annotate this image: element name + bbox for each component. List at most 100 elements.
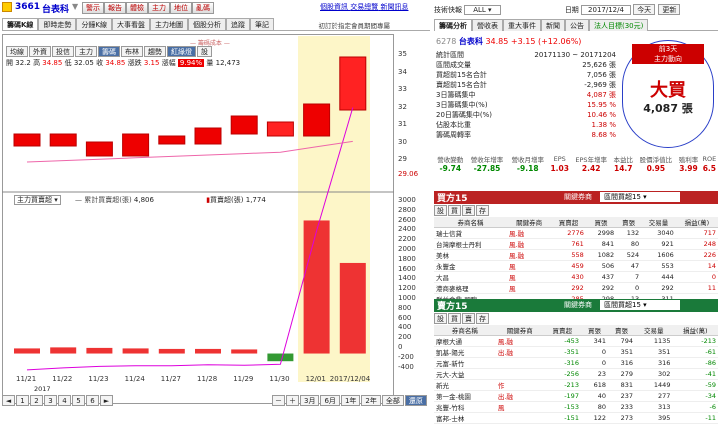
next-icon[interactable]: ►	[100, 395, 113, 406]
sell-tool-4-icon[interactable]: 存	[476, 313, 489, 324]
report-button[interactable]: 報告	[104, 2, 126, 14]
broker-row[interactable]: 大昌風 430 437 7 444 0	[434, 271, 718, 283]
zoom-out-icon[interactable]: －	[272, 395, 285, 406]
col-header[interactable]: 賣張	[608, 325, 636, 336]
warn-button[interactable]: 警示	[82, 2, 104, 14]
broker-row[interactable]: 元富-新竹 -316 0 316 316 -86	[434, 357, 718, 369]
position-button[interactable]: 地位	[170, 2, 192, 14]
rtab-news[interactable]: 新聞	[541, 19, 565, 31]
main-force-button[interactable]: 主力	[148, 2, 170, 14]
range-restore[interactable]: 還原	[404, 395, 427, 406]
range-2y[interactable]: 2年	[361, 395, 381, 406]
broker-row[interactable]: 美林 風.融 558 1082 524 1606 226	[434, 249, 718, 261]
today-button[interactable]: 今天	[633, 4, 656, 15]
page-6[interactable]: 6	[86, 395, 99, 406]
range-6m[interactable]: 6月	[320, 395, 340, 406]
bottom-axis-tick: 600	[398, 313, 412, 322]
link-trade[interactable]: 交易總覽	[350, 3, 378, 11]
col-header[interactable]: 關鍵券商	[495, 325, 544, 336]
dropdown-icon[interactable]: ▼	[72, 2, 78, 11]
broker-row[interactable]: 港商麥格理風 292 292 0 292 11	[434, 282, 718, 294]
broker-row[interactable]: 第一金-桃園 出.融 -197 40 237 277 -34	[434, 390, 718, 402]
buy-tool-2-icon[interactable]: 買	[448, 205, 461, 216]
range-1y[interactable]: 1年	[340, 395, 361, 406]
sell-tool-1-icon[interactable]: 設	[434, 313, 447, 324]
col-header[interactable]: 券商名稱	[434, 217, 507, 228]
tab-minute-k[interactable]: 分鐘K線	[76, 18, 113, 30]
rtab-events[interactable]: 重大事件	[503, 19, 541, 31]
rtab-notice[interactable]: 公告	[565, 19, 589, 31]
broker-cell: 459	[551, 260, 586, 272]
tab-events[interactable]: 大事看盤	[112, 18, 151, 30]
link-info[interactable]: 個股資訊	[320, 3, 348, 11]
broker-row[interactable]: 台灣摩根士丹利 風.融 761 841 80 921 248	[434, 238, 718, 250]
sell-tool-2-icon[interactable]: 買	[448, 313, 461, 324]
broker-cell: 港商麥格理	[434, 282, 507, 294]
tab-analysis[interactable]: 個股分析	[188, 18, 227, 30]
buy-select[interactable]: 區間買超15 ▾	[600, 192, 680, 202]
broker-cell: 279	[608, 368, 636, 380]
col-header[interactable]: 買張	[585, 217, 617, 228]
broker-row[interactable]: 新光作 -213 618 831 1449 -59	[434, 379, 718, 391]
sell-tool-3-icon[interactable]: 賣	[462, 313, 475, 324]
tab-notes[interactable]: 筆記	[250, 18, 275, 30]
quick-select[interactable]: ALL ▾	[464, 5, 501, 15]
broker-row[interactable]: 瑞士信貸 風.融 2776 2998 132 3040 717	[434, 227, 718, 239]
page-1[interactable]: 1	[16, 395, 29, 406]
buy-tool-1-icon[interactable]: 設	[434, 205, 447, 216]
range-3m[interactable]: 3月	[300, 395, 320, 406]
broker-row[interactable]: 富邦-士林 -151 122 273 395 -11	[434, 412, 718, 424]
buy-tool-3-icon[interactable]: 賣	[462, 205, 475, 216]
top-axis-tick: 30	[398, 137, 407, 146]
page-3[interactable]: 3	[44, 395, 57, 406]
zoom-in-icon[interactable]: ＋	[286, 395, 299, 406]
broker-cell: 341	[580, 335, 609, 347]
date-input[interactable]: 2017/12/4	[581, 5, 631, 15]
range-all[interactable]: 全部	[381, 395, 404, 406]
broker-row[interactable]: 摩根大通 風.融 -453 341 794 1135 -213	[434, 335, 718, 347]
bottom-axis-tick: -200	[398, 352, 414, 361]
broker-row[interactable]: 永豐金風 459 506 47 553 14	[434, 260, 718, 272]
broker-cell: -256	[543, 368, 581, 380]
rtab-revenue[interactable]: 營收表	[472, 19, 503, 31]
rtab-chip[interactable]: 籌碼分析	[434, 19, 472, 31]
broker-row[interactable]: 元大-大益 -256 23 279 302 -41	[434, 368, 718, 380]
tab-map[interactable]: 主力地圖	[150, 18, 189, 30]
col-header[interactable]: 損益(萬)	[672, 325, 718, 336]
page-4[interactable]: 4	[58, 395, 71, 406]
col-header[interactable]: 損益(萬)	[675, 217, 718, 228]
page-2[interactable]: 2	[30, 395, 43, 406]
checkup-button[interactable]: 體檢	[126, 2, 148, 14]
col-header[interactable]: 券商名稱	[434, 325, 496, 336]
col-header[interactable]: 買賣超	[551, 217, 586, 228]
refresh-button[interactable]: 更新	[658, 4, 681, 15]
buy-tool-4-icon[interactable]: 存	[476, 205, 489, 216]
broker-cell: 80	[616, 238, 642, 250]
col-header[interactable]: 買張	[580, 325, 609, 336]
broker-cell: 277	[635, 390, 673, 402]
garble-button[interactable]: 亂碼	[192, 2, 214, 14]
sell-select[interactable]: 區間買超15 ▾	[600, 300, 680, 310]
broker-row[interactable]: 凱基-陽光 出.融 -351 0 351 351 -61	[434, 346, 718, 358]
stats-value: 10.46 %	[587, 111, 616, 119]
prev-icon[interactable]: ◄	[2, 395, 15, 406]
col-header[interactable]: 買賣超	[543, 325, 581, 336]
legend2-value: 1,774	[245, 196, 266, 204]
lower-select[interactable]: 主力買賣超 ▾	[14, 195, 61, 205]
tab-intraday[interactable]: 即時走勢	[38, 18, 77, 30]
broker-row[interactable]: 兆豐-竹科風 -153 80 233 313 -6	[434, 401, 718, 413]
sell-tools: 設買賣存	[434, 313, 490, 324]
col-header[interactable]: 交易量	[641, 217, 676, 228]
broker-cell: 761	[551, 238, 586, 250]
candle-9	[339, 56, 367, 111]
col-header[interactable]: 賣張	[616, 217, 642, 228]
metric-head: 營收變動	[437, 156, 464, 164]
link-news[interactable]: 新聞訊息	[380, 3, 408, 11]
tab-track[interactable]: 追蹤	[226, 18, 251, 30]
rtab-target[interactable]: 法人目標(30元)	[589, 19, 649, 31]
top-axis-tick: 31	[398, 120, 407, 128]
page-5[interactable]: 5	[72, 395, 85, 406]
col-header[interactable]: 交易量	[635, 325, 673, 336]
tab-chip-k[interactable]: 籌碼K線	[2, 18, 39, 30]
col-header[interactable]: 關鍵券商	[506, 217, 552, 228]
